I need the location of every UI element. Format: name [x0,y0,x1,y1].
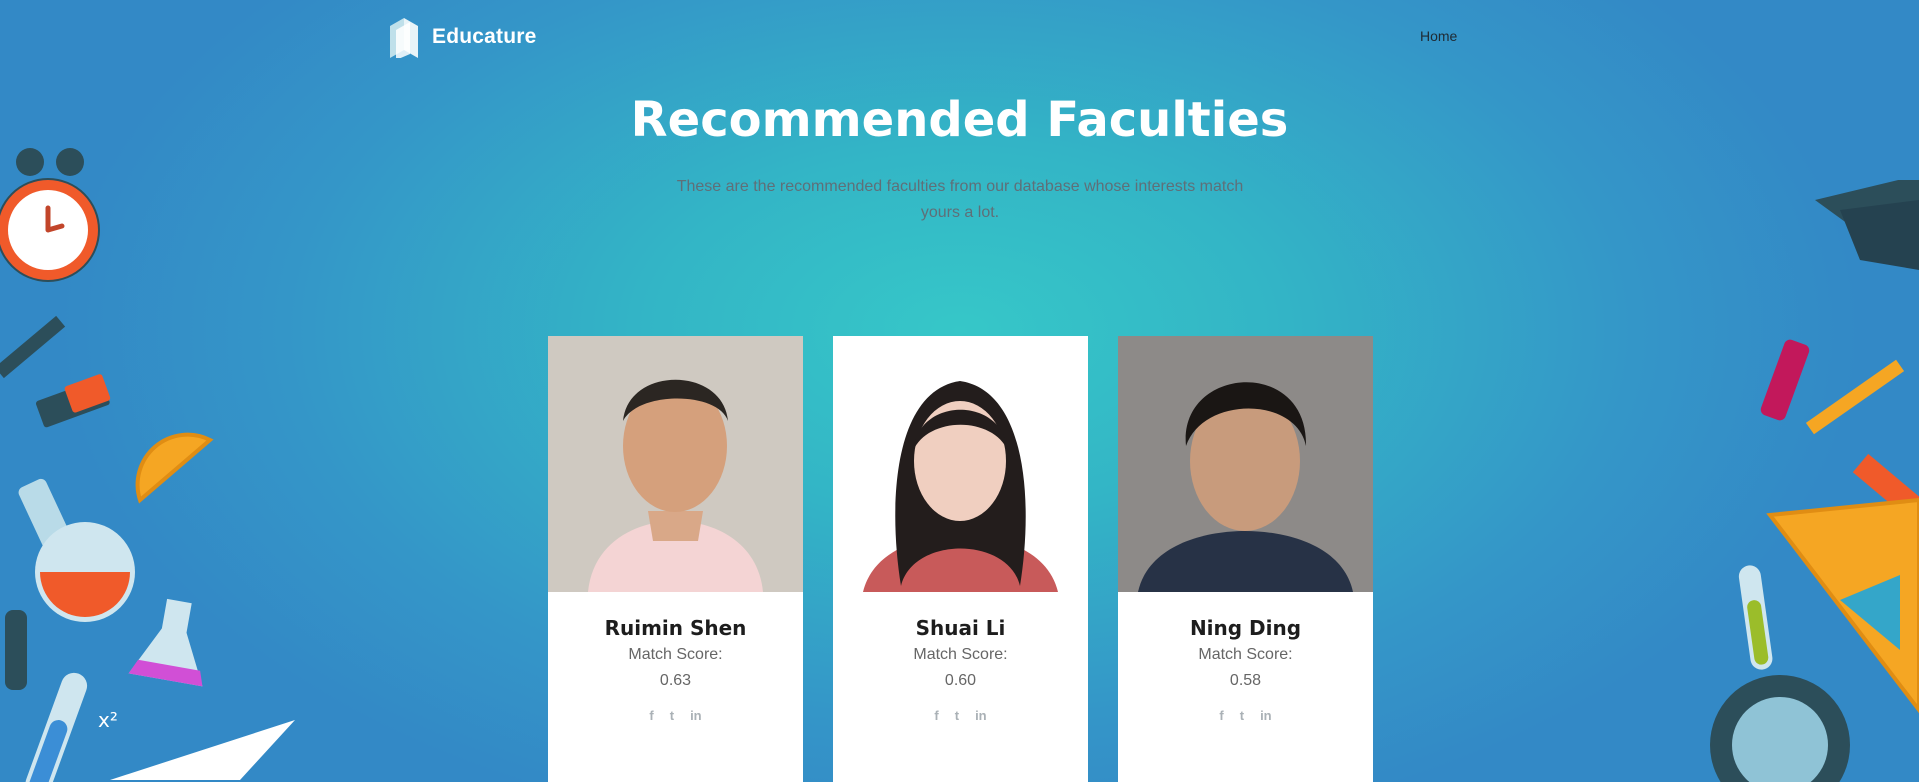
faculty-name: Shuai Li [915,616,1006,640]
match-score-value: 0.60 [944,672,977,689]
protractor-icon [135,432,214,504]
page-title: Recommended Faculties [630,92,1289,148]
faculty-photo [833,336,1088,592]
social-links: f t in [548,708,803,723]
school-doodles-right [1710,180,1919,782]
social-links: f t in [833,708,1088,723]
linkedin-icon[interactable]: in [1260,708,1272,723]
facebook-icon[interactable]: f [934,708,938,723]
facebook-icon[interactable]: f [649,708,653,723]
faculty-card[interactable]: Ruimin Shen Match Score: 0.63 f t in [548,336,803,782]
twitter-icon[interactable]: t [1240,708,1244,723]
pencil-icon [1805,359,1905,435]
match-score-value: 0.63 [659,672,692,689]
flask-icon [18,478,135,622]
linkedin-icon[interactable]: in [690,708,702,723]
faculty-card[interactable]: Shuai Li Match Score: 0.60 f t in [833,336,1088,782]
twitter-icon[interactable]: t [955,708,959,723]
paper-plane-icon [110,720,295,780]
social-links: f t in [1118,708,1373,723]
school-doodles-left: x² [0,148,295,782]
twitter-icon[interactable]: t [670,708,674,723]
book-logo-icon [390,18,418,58]
faculty-card[interactable]: Ning Ding Match Score: 0.58 f t in [1118,336,1373,782]
page-subtitle: These are the recommended faculties from… [676,178,1244,221]
nav-home-link[interactable]: Home [1420,28,1457,44]
match-score-label: Match Score: [913,646,1008,663]
svg-text:x²: x² [98,708,118,732]
brand-logo[interactable]: Educature [388,16,537,58]
faculty-name: Ning Ding [1189,616,1302,640]
facebook-icon[interactable]: f [1219,708,1223,723]
test-tube-icon [25,672,88,782]
beaker-icon [128,598,203,687]
match-score-label: Match Score: [1198,646,1293,663]
brand-name: Educature [432,25,537,48]
match-score-value: 0.58 [1229,672,1262,689]
faculty-name: Ruimin Shen [604,616,747,640]
graduation-cap-icon [1815,180,1919,270]
faculty-photo [1118,336,1373,592]
magnifier-icon [1710,675,1850,782]
alarm-clock-icon [0,148,100,282]
faculty-photo [548,336,803,592]
match-score-label: Match Score: [628,646,723,663]
linkedin-icon[interactable]: in [975,708,987,723]
